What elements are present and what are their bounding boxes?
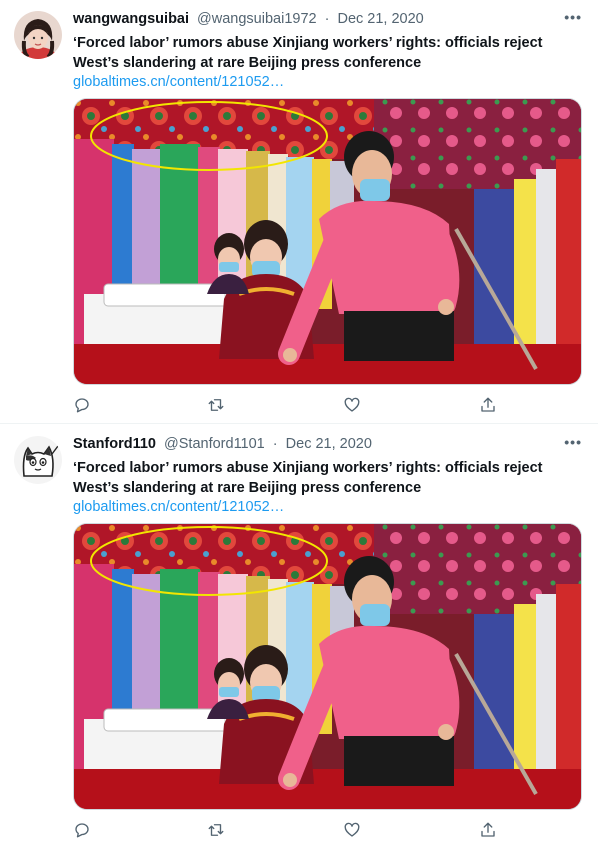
tweet-header: Stanford110 @Stanford1101 · Dec 21, 2020… bbox=[73, 434, 586, 456]
sewing-workshop-photo bbox=[74, 99, 581, 384]
user-handle[interactable]: @wangsuibai1972 bbox=[197, 11, 317, 27]
tweet[interactable]: Stanford110 @Stanford1101 · Dec 21, 2020… bbox=[0, 425, 598, 848]
sewing-workshop-photo bbox=[74, 524, 581, 809]
more-options-icon[interactable]: ••• bbox=[564, 434, 582, 450]
tweet-actions bbox=[73, 396, 513, 416]
tweet-date[interactable]: Dec 21, 2020 bbox=[286, 436, 372, 452]
display-name[interactable]: Stanford110 bbox=[73, 436, 156, 452]
tweet-text-line: ‘Forced labor’ rumors abuse Xinjiang wor… bbox=[73, 460, 543, 476]
article-link[interactable]: globaltimes.cn/content/121052… bbox=[73, 72, 284, 92]
share-icon[interactable] bbox=[479, 821, 499, 841]
reply-icon[interactable] bbox=[73, 396, 93, 416]
user-handle[interactable]: @Stanford1101 bbox=[164, 436, 265, 452]
tweet-actions bbox=[73, 821, 513, 841]
tweet-text-line: ‘Forced labor’ rumors abuse Xinjiang wor… bbox=[73, 35, 543, 51]
separator-dot: · bbox=[272, 436, 278, 452]
cartoon-cat-avatar-icon bbox=[14, 436, 62, 484]
avatar[interactable] bbox=[14, 11, 62, 59]
tweet-text-line: West’s slandering at rare Beijing press … bbox=[73, 480, 422, 496]
avatar[interactable] bbox=[14, 436, 62, 484]
display-name[interactable]: wangwangsuibai bbox=[73, 11, 189, 27]
tweet-date[interactable]: Dec 21, 2020 bbox=[337, 11, 423, 27]
tweet[interactable]: wangwangsuibai @wangsuibai1972 · Dec 21,… bbox=[0, 0, 598, 424]
reply-icon[interactable] bbox=[73, 821, 93, 841]
tweet-text-line: West’s slandering at rare Beijing press … bbox=[73, 55, 422, 71]
tweet-text: ‘Forced labor’ rumors abuse Xinjiang wor… bbox=[73, 458, 572, 498]
tweet-photo[interactable] bbox=[73, 523, 582, 810]
retweet-icon[interactable] bbox=[207, 396, 227, 416]
more-options-icon[interactable]: ••• bbox=[564, 9, 582, 25]
like-icon[interactable] bbox=[343, 821, 363, 841]
share-icon[interactable] bbox=[479, 396, 499, 416]
profile-photo-woman-icon bbox=[14, 11, 62, 59]
like-icon[interactable] bbox=[343, 396, 363, 416]
tweet-header: wangwangsuibai @wangsuibai1972 · Dec 21,… bbox=[73, 9, 586, 31]
article-link[interactable]: globaltimes.cn/content/121052… bbox=[73, 497, 284, 517]
tweet-text: ‘Forced labor’ rumors abuse Xinjiang wor… bbox=[73, 33, 572, 73]
separator-dot: · bbox=[324, 11, 330, 27]
retweet-icon[interactable] bbox=[207, 821, 227, 841]
tweet-photo[interactable] bbox=[73, 98, 582, 385]
